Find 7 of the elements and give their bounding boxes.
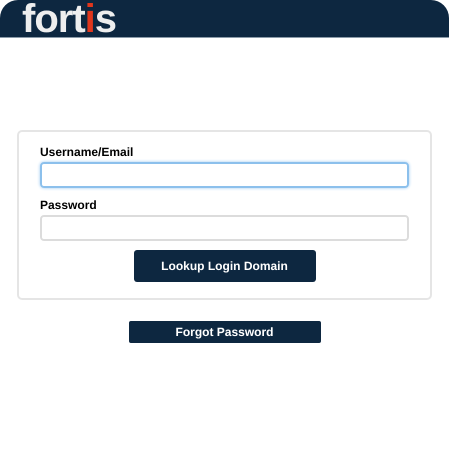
field-label: Password bbox=[40, 197, 98, 213]
logo: fortis bbox=[22, 0, 116, 39]
field-label: Username/Email bbox=[40, 144, 134, 160]
input-field[interactable] bbox=[40, 215, 409, 241]
forgot-password-button[interactable]: Forgot Password bbox=[128, 321, 320, 343]
input-field[interactable] bbox=[40, 162, 409, 188]
lookup-login-domain-button[interactable]: Lookup Login Domain bbox=[134, 250, 316, 282]
